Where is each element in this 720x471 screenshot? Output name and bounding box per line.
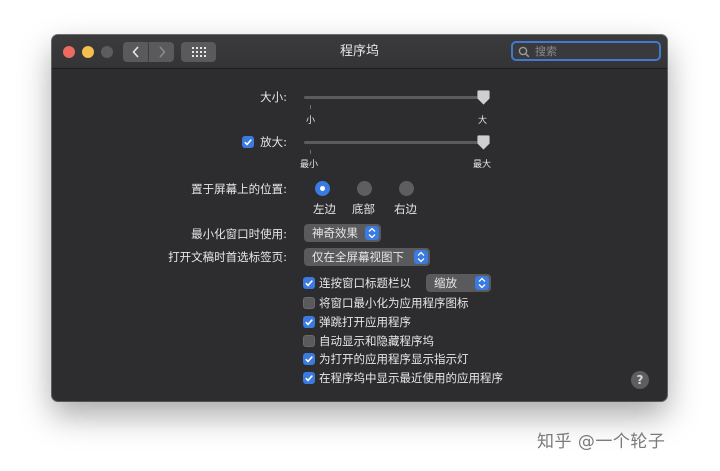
checkmark-icon [305, 375, 313, 382]
magnification-label: 放大: [260, 135, 287, 149]
updown-arrow-icon [475, 276, 489, 290]
show-indicators-label: 为打开的应用程序显示指示灯 [319, 352, 469, 366]
watermark: 知乎 @一个轮子 [537, 432, 666, 452]
animate-opening-label: 弹跳打开应用程序 [319, 315, 411, 329]
show-recent-checkbox[interactable] [303, 372, 315, 384]
double-click-action-value: 缩放 [434, 276, 457, 290]
size-slider-thumb[interactable] [477, 90, 490, 105]
magnification-slider-thumb[interactable] [477, 135, 490, 150]
magnification-min-tick [310, 150, 311, 154]
position-label: 置于屏幕上的位置: [191, 182, 287, 196]
search-icon [518, 46, 530, 58]
minimize-effect-label: 最小化窗口时使用: [191, 227, 287, 241]
position-bottom-label: 底部 [352, 202, 375, 216]
show-recent-label: 在程序坞中显示最近使用的应用程序 [319, 371, 503, 385]
position-left-label: 左边 [313, 202, 336, 216]
search-field[interactable] [511, 41, 661, 61]
position-bottom-radio[interactable] [357, 181, 372, 196]
double-click-checkbox[interactable] [303, 277, 315, 289]
minimize-effect-popup[interactable]: 神奇效果 [304, 224, 381, 242]
autohide-label: 自动显示和隐藏程序坞 [319, 334, 434, 348]
autohide-checkbox[interactable] [303, 335, 315, 347]
checkmark-icon [244, 139, 252, 146]
updown-arrow-icon [365, 226, 379, 240]
prefer-tabs-value: 仅在全屏幕视图下 [312, 250, 404, 264]
show-indicators-checkbox[interactable] [303, 353, 315, 365]
magnification-slider-track[interactable] [304, 141, 484, 144]
help-button[interactable]: ? [631, 371, 649, 389]
size-max-label: 大 [478, 116, 488, 126]
prefer-tabs-popup[interactable]: 仅在全屏幕视图下 [304, 248, 430, 266]
checkmark-icon [305, 356, 313, 363]
animate-opening-checkbox[interactable] [303, 316, 315, 328]
size-min-label: 小 [306, 116, 316, 126]
position-right-radio[interactable] [399, 181, 414, 196]
checkmark-icon [305, 280, 313, 287]
size-slider-track[interactable] [304, 96, 484, 99]
prefer-tabs-label: 打开文稿时首选标签页: [168, 250, 287, 264]
checkmark-icon [305, 319, 313, 326]
search-input[interactable] [535, 43, 653, 59]
updown-arrow-icon [414, 250, 428, 264]
magnification-max-label: 最大 [473, 160, 492, 170]
preferences-window: 程序坞 大小: 小 大 放大: 最小 最大 置于屏幕上的位置: 左边 底部 右边… [52, 35, 667, 401]
size-label: 大小: [260, 90, 287, 104]
position-left-radio[interactable] [315, 181, 330, 196]
magnification-checkbox[interactable] [242, 136, 254, 148]
title-bar: 程序坞 [52, 35, 667, 69]
double-click-label: 连按窗口标题栏以 [319, 276, 411, 290]
minimize-effect-value: 神奇效果 [312, 226, 358, 240]
position-right-label: 右边 [394, 202, 417, 216]
magnification-min-label: 最小 [300, 160, 319, 170]
minimize-into-icon-checkbox[interactable] [303, 297, 315, 309]
double-click-action-popup[interactable]: 缩放 [426, 274, 491, 292]
size-min-tick [310, 105, 311, 109]
minimize-into-icon-label: 将窗口最小化为应用程序图标 [319, 296, 469, 310]
